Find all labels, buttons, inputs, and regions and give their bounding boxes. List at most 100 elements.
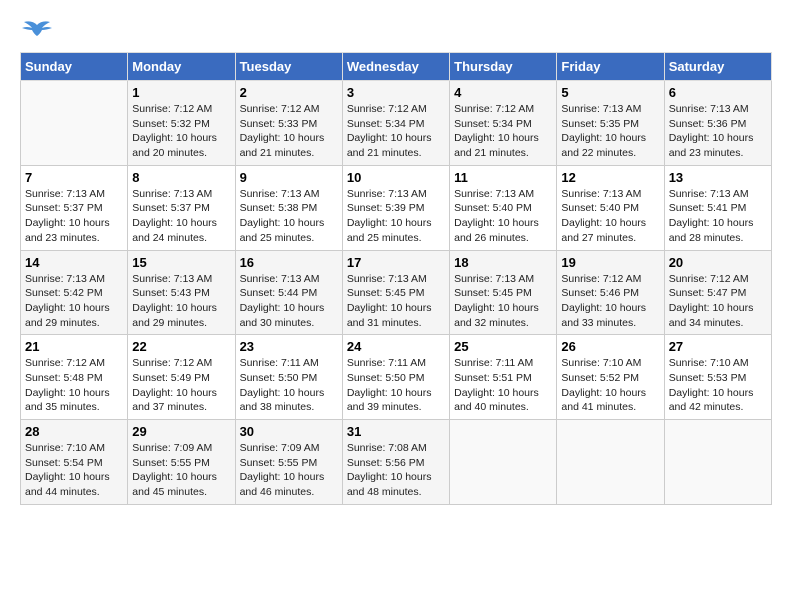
day-number: 4 — [454, 85, 552, 100]
day-info: Sunrise: 7:13 AM Sunset: 5:44 PM Dayligh… — [240, 272, 338, 331]
day-info: Sunrise: 7:11 AM Sunset: 5:51 PM Dayligh… — [454, 356, 552, 415]
calendar-week-row: 1 Sunrise: 7:12 AM Sunset: 5:32 PM Daylig… — [21, 81, 772, 166]
calendar-cell: 13Sunrise: 7:13 AM Sunset: 5:41 PM Dayli… — [664, 165, 771, 250]
calendar-cell: 25 Sunrise: 7:11 AM Sunset: 5:51 PM Dayli… — [450, 335, 557, 420]
page-header — [20, 20, 772, 42]
day-number: 26 — [561, 339, 659, 354]
calendar-week-row: 14 Sunrise: 7:13 AM Sunset: 5:42 PM Dayli… — [21, 250, 772, 335]
calendar-header-row: SundayMondayTuesdayWednesdayThursdayFrid… — [21, 53, 772, 81]
day-info: Sunrise: 7:12 AM Sunset: 5:48 PM Dayligh… — [25, 356, 123, 415]
weekday-header-wednesday: Wednesday — [342, 53, 449, 81]
day-info: Sunrise: 7:13 AM Sunset: 5:45 PM Dayligh… — [347, 272, 445, 331]
day-number: 27 — [669, 339, 767, 354]
day-number: 22 — [132, 339, 230, 354]
day-number: 5 — [561, 85, 659, 100]
day-number: 24 — [347, 339, 445, 354]
calendar-cell — [21, 81, 128, 166]
day-info: Sunrise: 7:13 AM Sunset: 5:39 PM Dayligh… — [347, 187, 445, 246]
day-info: Sunrise: 7:13 AM Sunset: 5:43 PM Dayligh… — [132, 272, 230, 331]
calendar-cell — [557, 420, 664, 505]
weekday-header-thursday: Thursday — [450, 53, 557, 81]
weekday-header-monday: Monday — [128, 53, 235, 81]
day-number: 9 — [240, 170, 338, 185]
day-info: Sunrise: 7:13 AM Sunset: 5:42 PM Dayligh… — [25, 272, 123, 331]
calendar-cell: 18Sunrise: 7:13 AM Sunset: 5:45 PM Dayli… — [450, 250, 557, 335]
day-number: 23 — [240, 339, 338, 354]
calendar-cell: 26 Sunrise: 7:10 AM Sunset: 5:52 PM Dayli… — [557, 335, 664, 420]
calendar-cell: 4 Sunrise: 7:12 AM Sunset: 5:34 PM Daylig… — [450, 81, 557, 166]
day-info: Sunrise: 7:13 AM Sunset: 5:37 PM Dayligh… — [132, 187, 230, 246]
calendar-cell: 10Sunrise: 7:13 AM Sunset: 5:39 PM Dayli… — [342, 165, 449, 250]
day-info: Sunrise: 7:08 AM Sunset: 5:56 PM Dayligh… — [347, 441, 445, 500]
day-info: Sunrise: 7:10 AM Sunset: 5:53 PM Dayligh… — [669, 356, 767, 415]
calendar-table: SundayMondayTuesdayWednesdayThursdayFrid… — [20, 52, 772, 505]
day-number: 6 — [669, 85, 767, 100]
logo-bird-icon — [22, 20, 52, 42]
calendar-cell: 17 Sunrise: 7:13 AM Sunset: 5:45 PM Dayli… — [342, 250, 449, 335]
calendar-cell: 7 Sunrise: 7:13 AM Sunset: 5:37 PM Daylig… — [21, 165, 128, 250]
day-info: Sunrise: 7:12 AM Sunset: 5:46 PM Dayligh… — [561, 272, 659, 331]
calendar-cell: 15Sunrise: 7:13 AM Sunset: 5:43 PM Dayli… — [128, 250, 235, 335]
day-info: Sunrise: 7:12 AM Sunset: 5:34 PM Dayligh… — [454, 102, 552, 161]
calendar-cell: 9Sunrise: 7:13 AM Sunset: 5:38 PM Daylig… — [235, 165, 342, 250]
day-info: Sunrise: 7:10 AM Sunset: 5:52 PM Dayligh… — [561, 356, 659, 415]
day-number: 30 — [240, 424, 338, 439]
day-number: 2 — [240, 85, 338, 100]
day-number: 11 — [454, 170, 552, 185]
calendar-week-row: 21 Sunrise: 7:12 AM Sunset: 5:48 PM Dayli… — [21, 335, 772, 420]
calendar-cell: 21 Sunrise: 7:12 AM Sunset: 5:48 PM Dayli… — [21, 335, 128, 420]
calendar-cell: 24 Sunrise: 7:11 AM Sunset: 5:50 PM Dayli… — [342, 335, 449, 420]
calendar-cell: 1 Sunrise: 7:12 AM Sunset: 5:32 PM Daylig… — [128, 81, 235, 166]
day-info: Sunrise: 7:11 AM Sunset: 5:50 PM Dayligh… — [240, 356, 338, 415]
calendar-cell: 6 Sunrise: 7:13 AM Sunset: 5:36 PM Daylig… — [664, 81, 771, 166]
day-number: 16 — [240, 255, 338, 270]
day-info: Sunrise: 7:12 AM Sunset: 5:32 PM Dayligh… — [132, 102, 230, 161]
day-number: 20 — [669, 255, 767, 270]
day-number: 28 — [25, 424, 123, 439]
calendar-cell: 8 Sunrise: 7:13 AM Sunset: 5:37 PM Daylig… — [128, 165, 235, 250]
day-number: 21 — [25, 339, 123, 354]
day-number: 18 — [454, 255, 552, 270]
day-info: Sunrise: 7:09 AM Sunset: 5:55 PM Dayligh… — [240, 441, 338, 500]
weekday-header-sunday: Sunday — [21, 53, 128, 81]
day-number: 7 — [25, 170, 123, 185]
day-number: 25 — [454, 339, 552, 354]
day-info: Sunrise: 7:10 AM Sunset: 5:54 PM Dayligh… — [25, 441, 123, 500]
weekday-header-saturday: Saturday — [664, 53, 771, 81]
calendar-cell: 14 Sunrise: 7:13 AM Sunset: 5:42 PM Dayli… — [21, 250, 128, 335]
day-number: 12 — [561, 170, 659, 185]
logo — [20, 20, 52, 42]
day-number: 14 — [25, 255, 123, 270]
day-number: 1 — [132, 85, 230, 100]
day-info: Sunrise: 7:13 AM Sunset: 5:36 PM Dayligh… — [669, 102, 767, 161]
day-number: 17 — [347, 255, 445, 270]
calendar-cell: 11 Sunrise: 7:13 AM Sunset: 5:40 PM Dayli… — [450, 165, 557, 250]
calendar-cell: 30 Sunrise: 7:09 AM Sunset: 5:55 PM Dayli… — [235, 420, 342, 505]
calendar-cell: 27 Sunrise: 7:10 AM Sunset: 5:53 PM Dayli… — [664, 335, 771, 420]
calendar-cell — [664, 420, 771, 505]
calendar-cell — [450, 420, 557, 505]
calendar-cell: 19 Sunrise: 7:12 AM Sunset: 5:46 PM Dayli… — [557, 250, 664, 335]
calendar-cell: 22 Sunrise: 7:12 AM Sunset: 5:49 PM Dayli… — [128, 335, 235, 420]
day-info: Sunrise: 7:12 AM Sunset: 5:47 PM Dayligh… — [669, 272, 767, 331]
day-info: Sunrise: 7:09 AM Sunset: 5:55 PM Dayligh… — [132, 441, 230, 500]
day-number: 8 — [132, 170, 230, 185]
day-number: 19 — [561, 255, 659, 270]
calendar-cell: 3Sunrise: 7:12 AM Sunset: 5:34 PM Daylig… — [342, 81, 449, 166]
weekday-header-friday: Friday — [557, 53, 664, 81]
day-info: Sunrise: 7:13 AM Sunset: 5:40 PM Dayligh… — [454, 187, 552, 246]
day-info: Sunrise: 7:11 AM Sunset: 5:50 PM Dayligh… — [347, 356, 445, 415]
day-info: Sunrise: 7:12 AM Sunset: 5:49 PM Dayligh… — [132, 356, 230, 415]
calendar-cell: 12Sunrise: 7:13 AM Sunset: 5:40 PM Dayli… — [557, 165, 664, 250]
day-info: Sunrise: 7:12 AM Sunset: 5:33 PM Dayligh… — [240, 102, 338, 161]
calendar-week-row: 28 Sunrise: 7:10 AM Sunset: 5:54 PM Dayli… — [21, 420, 772, 505]
day-number: 31 — [347, 424, 445, 439]
day-number: 29 — [132, 424, 230, 439]
day-info: Sunrise: 7:13 AM Sunset: 5:41 PM Dayligh… — [669, 187, 767, 246]
calendar-cell: 23 Sunrise: 7:11 AM Sunset: 5:50 PM Dayli… — [235, 335, 342, 420]
day-info: Sunrise: 7:13 AM Sunset: 5:35 PM Dayligh… — [561, 102, 659, 161]
weekday-header-tuesday: Tuesday — [235, 53, 342, 81]
day-info: Sunrise: 7:12 AM Sunset: 5:34 PM Dayligh… — [347, 102, 445, 161]
calendar-cell: 29 Sunrise: 7:09 AM Sunset: 5:55 PM Dayli… — [128, 420, 235, 505]
day-info: Sunrise: 7:13 AM Sunset: 5:37 PM Dayligh… — [25, 187, 123, 246]
